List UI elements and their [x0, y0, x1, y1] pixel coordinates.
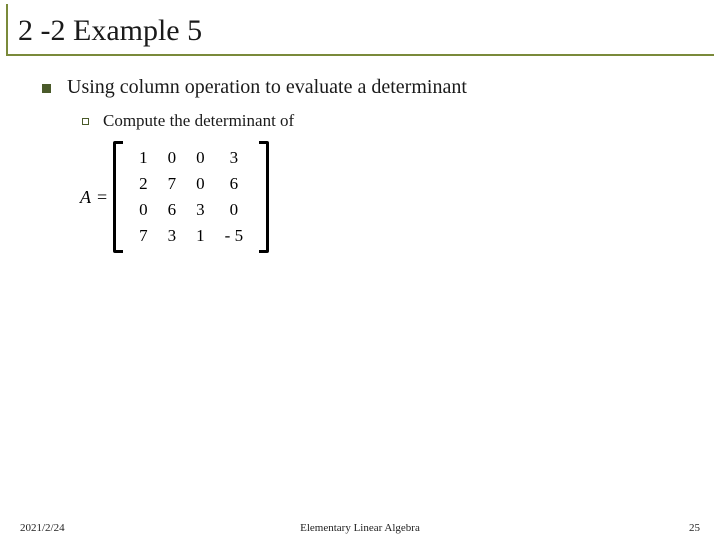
- slide-title: 2 -2 Example 5: [18, 14, 714, 48]
- bullet-level-1: Using column operation to evaluate a det…: [42, 76, 700, 99]
- matrix-cell: 0: [186, 171, 215, 197]
- table-row: 1 0 0 3: [129, 145, 253, 171]
- matrix-cell: 0: [215, 197, 253, 223]
- matrix-cell: 7: [158, 171, 187, 197]
- matrix-cell: 0: [129, 197, 158, 223]
- slide-footer: 2021/2/24 Elementary Linear Algebra 25: [0, 522, 720, 534]
- table-row: 7 3 1 - 5: [129, 223, 253, 249]
- left-bracket-icon: [113, 141, 123, 253]
- table-row: 2 7 0 6: [129, 171, 253, 197]
- matrix-equation: A = 1 0 0 3 2 7 0 6 0 6 3 0: [80, 141, 700, 253]
- matrix-cell: 3: [215, 145, 253, 171]
- bullet2-text: Compute the determinant of: [103, 111, 294, 131]
- matrix-cell: 3: [186, 197, 215, 223]
- matrix-cell: 2: [129, 171, 158, 197]
- bullet-level-2: Compute the determinant of: [82, 111, 700, 131]
- matrix-cell: 0: [158, 145, 187, 171]
- title-bar: 2 -2 Example 5: [6, 4, 714, 56]
- matrix-cell: 1: [186, 223, 215, 249]
- matrix-cell: 0: [186, 145, 215, 171]
- matrix-cell: 6: [158, 197, 187, 223]
- page-number: 25: [689, 522, 700, 534]
- matrix-cell: 3: [158, 223, 187, 249]
- matrix-cell: 7: [129, 223, 158, 249]
- square-bullet-icon: [42, 84, 51, 93]
- right-bracket-icon: [259, 141, 269, 253]
- footer-center: Elementary Linear Algebra: [300, 522, 420, 534]
- footer-date: 2021/2/24: [20, 522, 65, 534]
- matrix-lhs: A: [80, 187, 91, 208]
- matrix-table: 1 0 0 3 2 7 0 6 0 6 3 0 7 3 1 - 5: [129, 145, 253, 249]
- matrix-cell: 1: [129, 145, 158, 171]
- matrix-cell: 6: [215, 171, 253, 197]
- equals-sign: =: [97, 187, 107, 208]
- matrix-cell: - 5: [215, 223, 253, 249]
- bullet1-text: Using column operation to evaluate a det…: [67, 76, 467, 99]
- table-row: 0 6 3 0: [129, 197, 253, 223]
- hollow-square-bullet-icon: [82, 118, 89, 125]
- slide-body: Using column operation to evaluate a det…: [0, 56, 720, 253]
